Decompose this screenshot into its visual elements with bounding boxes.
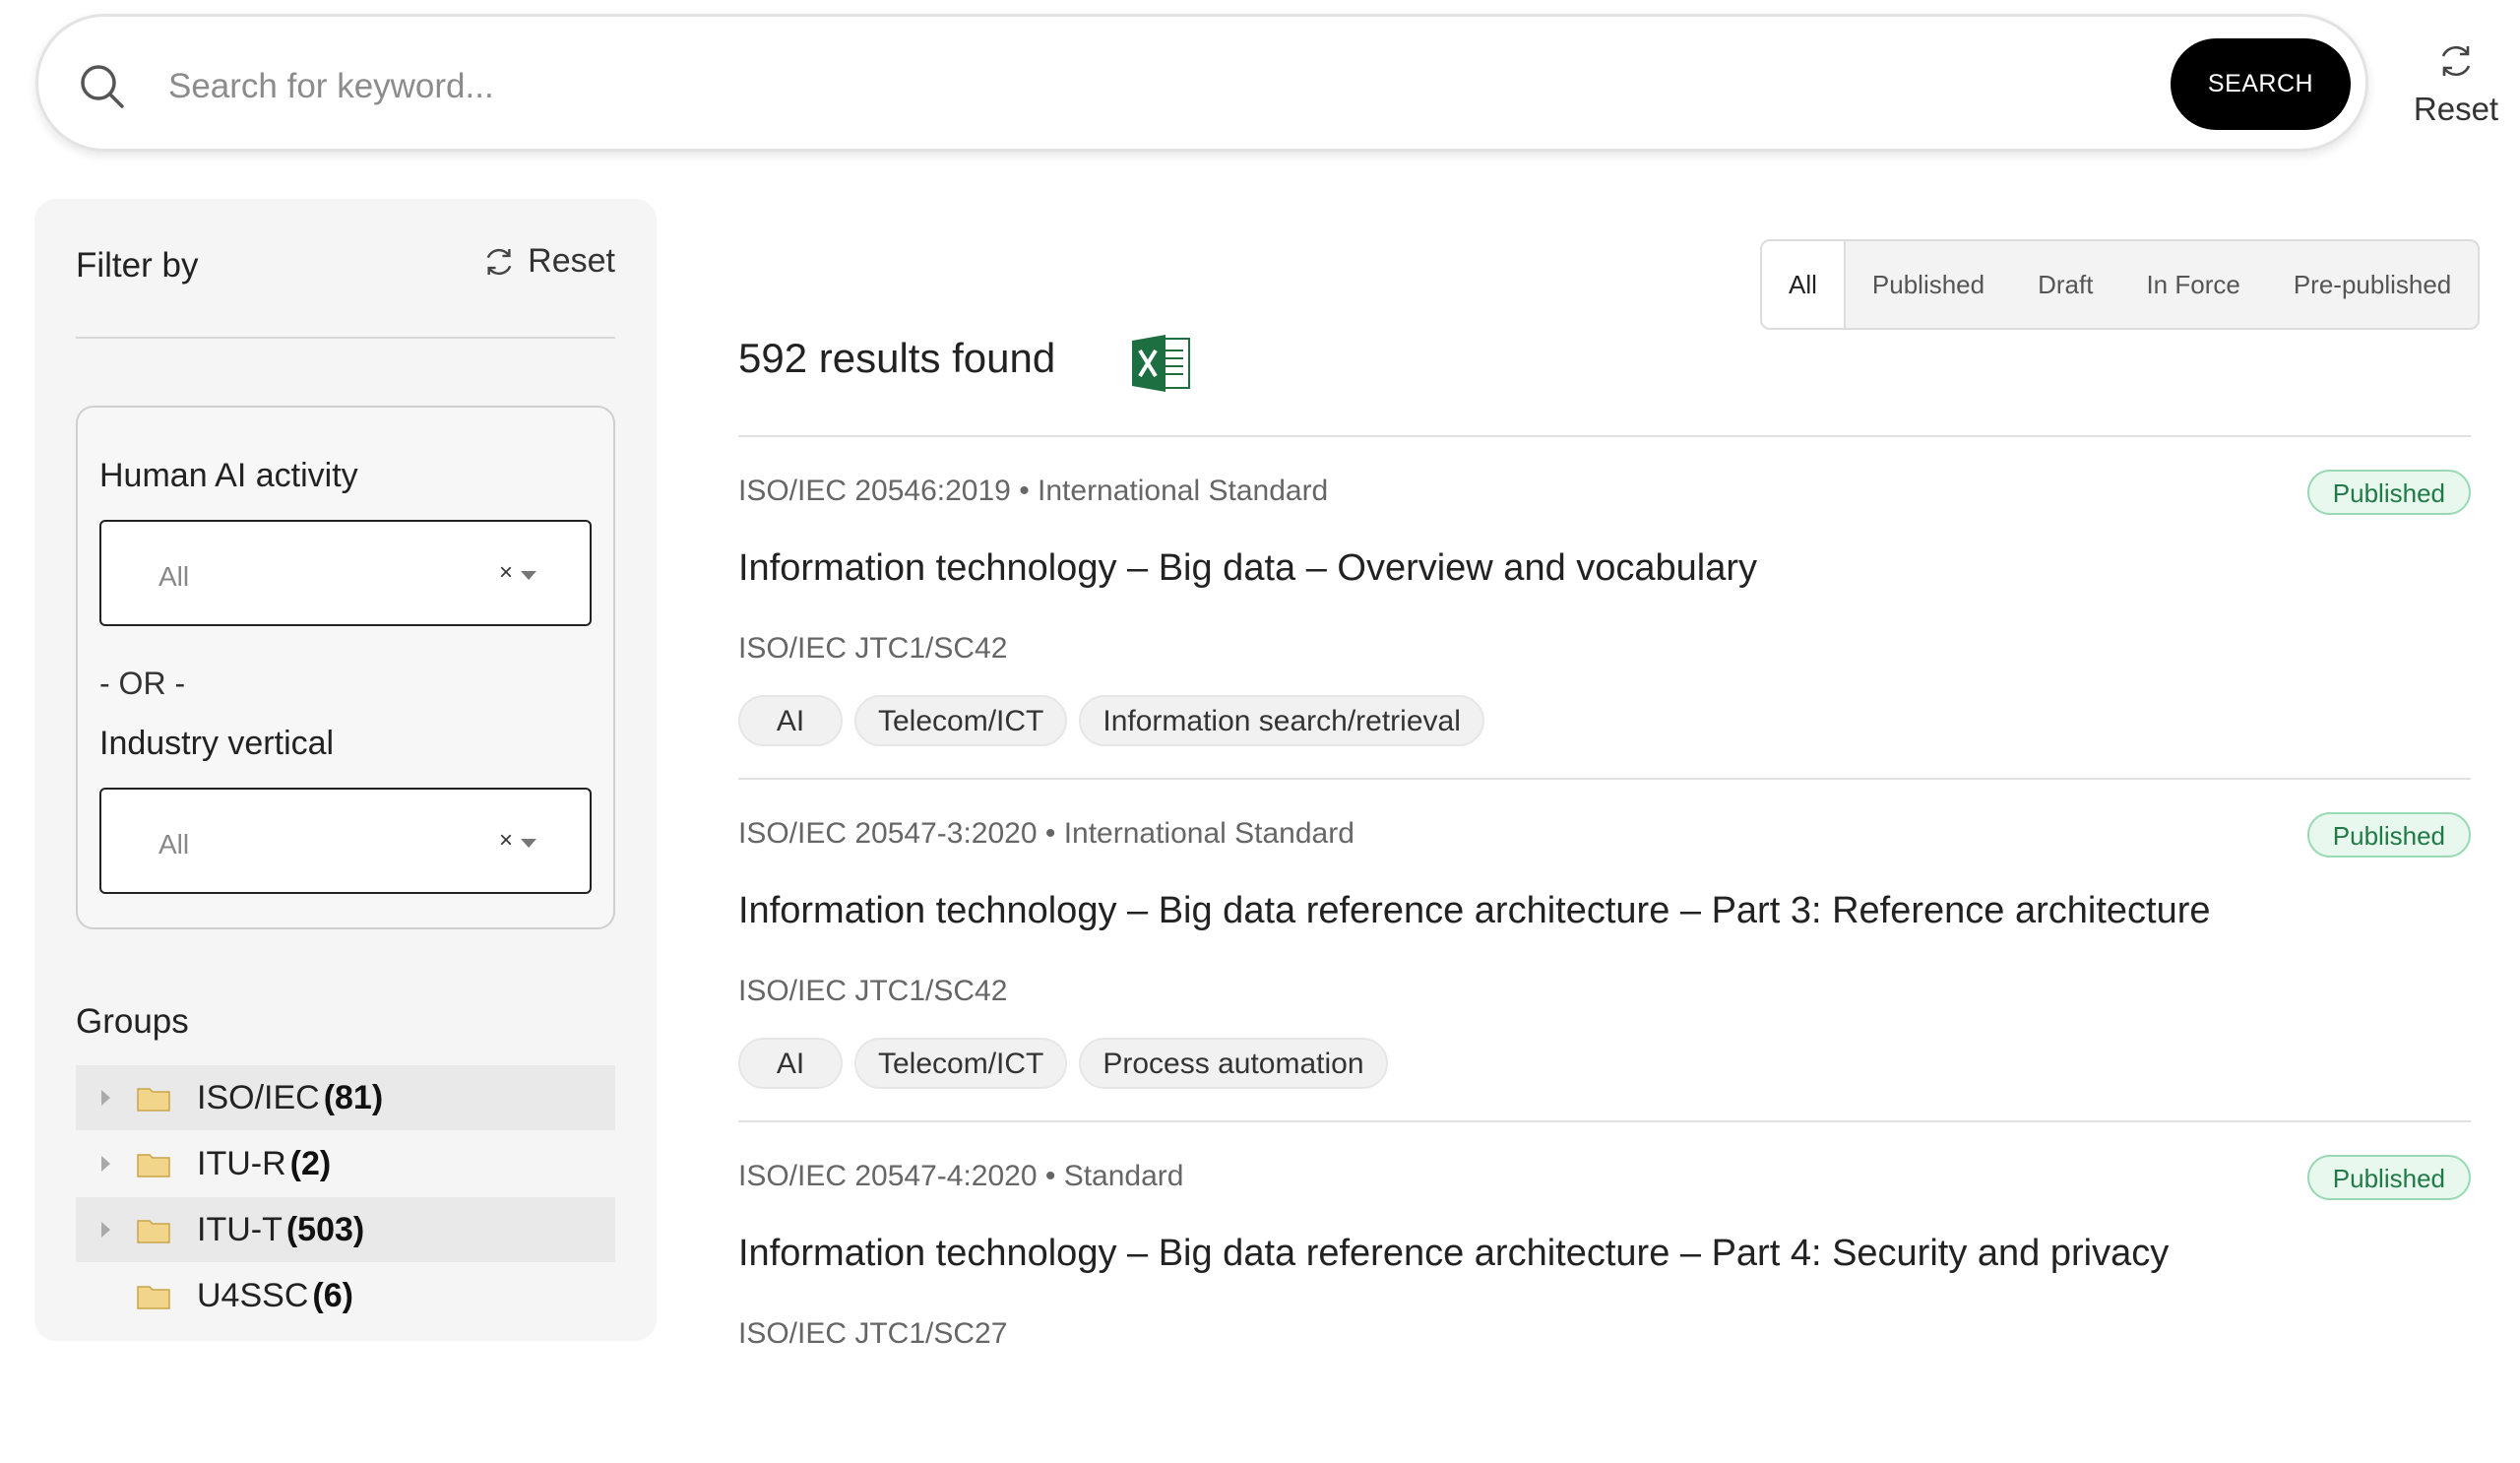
tag[interactable]: Process automation — [1079, 1038, 1388, 1089]
tag[interactable]: Information search/retrieval — [1079, 695, 1484, 746]
status-badge: Published — [2306, 470, 2471, 515]
results-list: ISO/IEC 20546:2019 • International Stand… — [738, 435, 2471, 1463]
group-count: (81) — [323, 1078, 384, 1116]
human-ai-activity-select[interactable]: All × — [99, 520, 592, 626]
refresh-icon — [486, 248, 512, 275]
result-committee: ISO/IEC JTC1/SC27 — [738, 1317, 1008, 1350]
result-meta: ISO/IEC 20546:2019 • International Stand… — [738, 475, 1329, 507]
filter-reset-button[interactable]: Reset — [480, 242, 615, 281]
group-item-iso-iec[interactable]: ISO/IEC (81) — [76, 1065, 615, 1130]
divider — [76, 337, 615, 339]
filter-reset-label: Reset — [528, 242, 615, 280]
human-ai-activity-label: Human AI activity — [99, 457, 358, 494]
status-tabs: All Published Draft In Force Pre-publish… — [1760, 239, 2481, 330]
expand-caret-icon — [101, 1288, 110, 1304]
tab-draft[interactable]: Draft — [2011, 241, 2119, 328]
select-value: All — [158, 829, 190, 859]
result-title-link[interactable]: Information technology – Big data – Over… — [738, 547, 1757, 590]
folder-icon — [137, 1220, 170, 1243]
filter-title: Filter by — [76, 246, 199, 285]
or-separator: - OR - — [99, 666, 186, 701]
group-count: (6) — [312, 1276, 353, 1314]
search-button[interactable]: SEARCH — [2171, 38, 2351, 130]
chevron-down-icon[interactable] — [521, 571, 536, 580]
filter-header: Filter by Reset — [76, 242, 615, 286]
group-name: ITU-T — [197, 1210, 283, 1248]
group-count: (2) — [289, 1144, 332, 1182]
industry-vertical-select[interactable]: All × — [99, 788, 592, 894]
filter-sidebar: Filter by Reset Human AI activity All × … — [34, 199, 657, 1341]
industry-vertical-label: Industry vertical — [99, 725, 335, 762]
result-committee: ISO/IEC JTC1/SC42 — [738, 632, 1008, 665]
select-value: All — [158, 561, 190, 592]
tab-published[interactable]: Published — [1846, 241, 2011, 328]
excel-export-icon[interactable] — [1130, 333, 1193, 394]
top-reset-button[interactable]: Reset — [2402, 39, 2510, 128]
tag[interactable]: AI — [738, 695, 843, 746]
tab-in-force[interactable]: In Force — [2119, 241, 2266, 328]
tab-all[interactable]: All — [1762, 241, 1846, 328]
search-icon — [81, 65, 124, 108]
result-item: ISO/IEC 20547-3:2020 • International Sta… — [738, 778, 2471, 1120]
group-item-itu-t[interactable]: ITU-T (503) — [76, 1197, 615, 1262]
search-bar: SEARCH — [35, 14, 2368, 152]
expand-caret-icon[interactable] — [101, 1222, 110, 1238]
result-meta: ISO/IEC 20547-4:2020 • Standard — [738, 1160, 1184, 1192]
result-tags: AI Telecom/ICT Process automation — [738, 1038, 1388, 1089]
folder-icon — [137, 1088, 170, 1112]
tag[interactable]: AI — [738, 1038, 843, 1089]
group-name: U4SSC — [197, 1276, 309, 1314]
result-title-link[interactable]: Information technology – Big data refere… — [738, 1233, 2169, 1275]
groups-title: Groups — [76, 1002, 189, 1041]
result-tags: AI Telecom/ICT Information search/retrie… — [738, 695, 1484, 746]
group-tree: ISO/IEC (81) ITU-R (2) ITU-T (503) U4SSC… — [76, 1065, 615, 1329]
status-badge: Published — [2306, 1155, 2471, 1200]
group-name: ITU-R — [197, 1144, 286, 1182]
result-committee: ISO/IEC JTC1/SC42 — [738, 975, 1008, 1007]
activity-filter-box: Human AI activity All × - OR - Industry … — [76, 406, 615, 929]
expand-caret-icon[interactable] — [101, 1156, 110, 1172]
folder-icon — [137, 1154, 170, 1177]
result-meta: ISO/IEC 20547-3:2020 • International Sta… — [738, 817, 1354, 850]
clear-icon[interactable]: × — [499, 827, 513, 855]
tag[interactable]: Telecom/ICT — [854, 1038, 1068, 1089]
result-item: ISO/IEC 20546:2019 • International Stand… — [738, 435, 2471, 778]
group-item-u4ssc[interactable]: U4SSC (6) — [76, 1263, 615, 1328]
top-reset-label: Reset — [2413, 91, 2499, 127]
status-badge: Published — [2306, 812, 2471, 858]
clear-icon[interactable]: × — [499, 559, 513, 587]
result-title-link[interactable]: Information technology – Big data refere… — [738, 890, 2211, 932]
chevron-down-icon[interactable] — [521, 839, 536, 848]
result-item: ISO/IEC 20547-4:2020 • Standard Publishe… — [738, 1120, 2471, 1463]
folder-icon — [137, 1286, 170, 1309]
group-item-itu-r[interactable]: ITU-R (2) — [76, 1131, 615, 1196]
search-input[interactable] — [166, 46, 2119, 127]
expand-caret-icon[interactable] — [101, 1090, 110, 1106]
tab-pre-published[interactable]: Pre-published — [2267, 241, 2478, 328]
refresh-icon — [2441, 45, 2471, 77]
tag[interactable]: Telecom/ICT — [854, 695, 1068, 746]
group-count: (503) — [285, 1210, 365, 1248]
results-count: 592 results found — [738, 335, 1056, 381]
group-name: ISO/IEC — [197, 1078, 320, 1116]
